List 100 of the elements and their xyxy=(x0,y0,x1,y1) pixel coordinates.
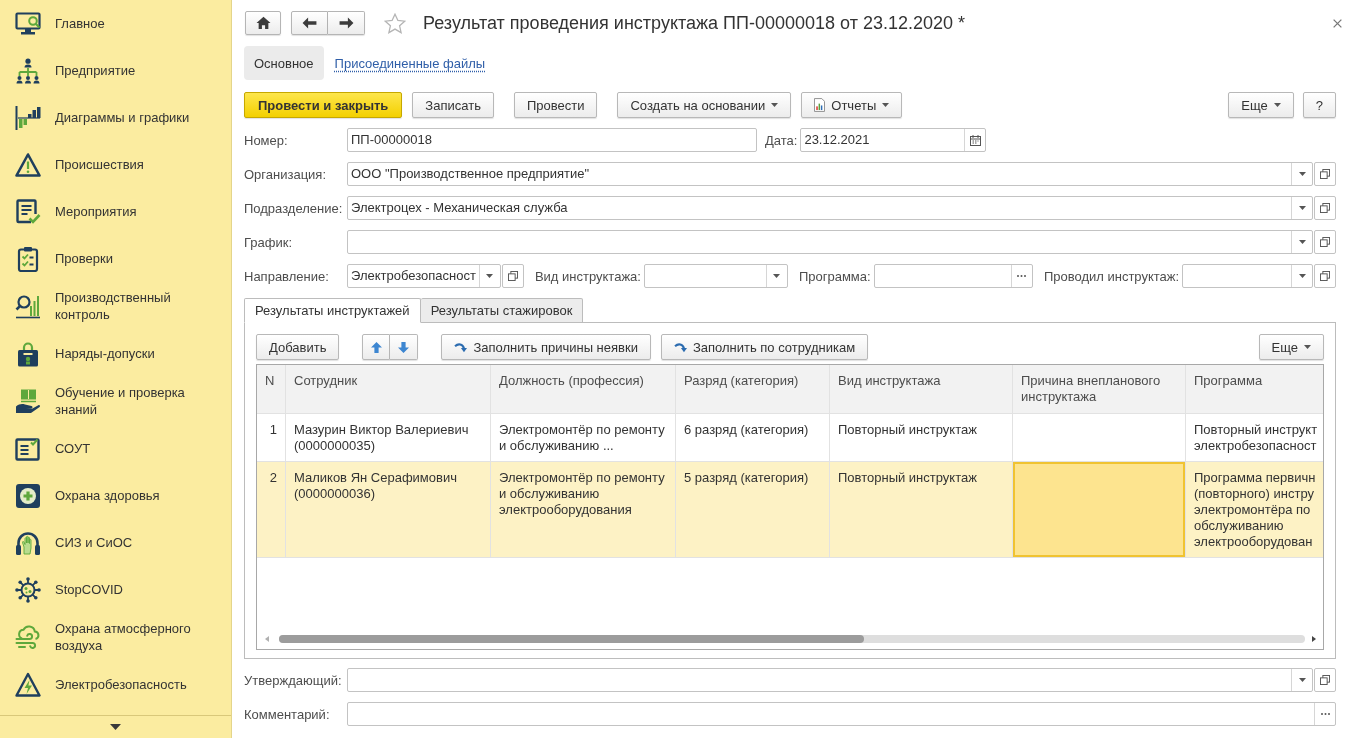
row-number: 2 xyxy=(257,462,286,557)
horizontal-scrollbar[interactable] xyxy=(265,633,1316,645)
toolbar-button[interactable]: Записать xyxy=(412,92,494,118)
input-field[interactable]: Электробезопасност xyxy=(347,264,501,288)
toolbar-button[interactable]: ? xyxy=(1302,92,1336,118)
sidebar-item[interactable]: Происшествия xyxy=(0,141,231,188)
primary-button[interactable]: Провести и закрыть xyxy=(244,92,403,118)
warning-icon xyxy=(15,151,41,178)
home-icon xyxy=(255,16,271,30)
back-button[interactable] xyxy=(291,11,328,35)
caret-icon xyxy=(1298,240,1306,244)
toolbar-button[interactable]: Провести xyxy=(513,92,598,118)
sidebar-item[interactable]: Мероприятия xyxy=(0,188,231,235)
field-label: Программа: xyxy=(798,268,871,284)
sidebar-item[interactable]: СИЗ и СиОС xyxy=(0,519,231,566)
close-icon[interactable] xyxy=(1333,18,1342,28)
arrow-down-icon xyxy=(398,341,410,353)
curved-arrow-icon xyxy=(673,341,687,353)
open-button[interactable] xyxy=(501,264,524,288)
input-field[interactable] xyxy=(873,264,1033,288)
caret-icon xyxy=(773,274,781,278)
caret-icon xyxy=(1304,345,1311,349)
sidebar-item[interactable]: СОУТ xyxy=(0,425,231,472)
caret-icon xyxy=(1273,103,1281,107)
magnifier-bars-icon xyxy=(15,293,41,319)
column-header[interactable]: Вид инструктажа xyxy=(830,365,1013,413)
field-label: Организация: xyxy=(244,166,328,182)
field-label: Направление: xyxy=(244,268,330,284)
open-button[interactable] xyxy=(1314,162,1336,186)
open-button[interactable] xyxy=(1314,230,1336,254)
sidebar-item[interactable]: Наряды-допуски xyxy=(0,330,231,377)
star-icon[interactable] xyxy=(384,12,406,34)
home-button[interactable] xyxy=(245,11,281,35)
input-field[interactable]: 23.12.2021 xyxy=(800,128,986,152)
forward-button[interactable] xyxy=(328,11,365,35)
move-up-button[interactable] xyxy=(362,334,391,360)
sidebar-item[interactable]: Охрана здоровья xyxy=(0,472,231,519)
lightning-triangle-icon xyxy=(15,671,41,698)
caret-icon[interactable] xyxy=(110,724,121,730)
open-button[interactable] xyxy=(1314,264,1336,288)
column-header[interactable]: N xyxy=(257,365,286,413)
sidebar-item[interactable]: Проверки xyxy=(0,235,231,282)
table-cell: Электромонтёр по ремонту и обслуживанию электрооборудования xyxy=(491,462,676,557)
table-cell-text: Повторный инструкт электробезопасност xyxy=(1193,421,1319,455)
fill-button[interactable]: Заполнить по сотрудникам xyxy=(660,334,869,360)
window-icon xyxy=(1320,169,1330,179)
sidebar-item[interactable]: Охрана атмосферного воздуха xyxy=(0,613,231,661)
menu-button[interactable]: Создать на основании xyxy=(617,92,792,118)
table-cell: Повторный инструктаж xyxy=(830,414,1013,461)
input-field[interactable]: Электроцех - Механическая служба xyxy=(347,196,1313,220)
sidebar-item[interactable]: Диаграммы и графики xyxy=(0,94,231,141)
window-icon xyxy=(1320,237,1330,247)
menu-button[interactable]: Еще xyxy=(1228,92,1294,118)
column-header[interactable]: Должность (профессия) xyxy=(491,365,676,413)
table-cell: Маликов Ян Серафимович (0000000036) xyxy=(286,462,491,557)
column-header[interactable]: Программа xyxy=(1186,365,1323,413)
reports-button[interactable]: Отчеты xyxy=(801,92,903,118)
tab[interactable]: Результаты инструктажей xyxy=(244,298,421,323)
org-chart-icon xyxy=(15,57,41,84)
table-cell: 5 разряд (категория) xyxy=(676,462,830,557)
input-field[interactable] xyxy=(347,230,1313,254)
column-header[interactable]: Разряд (категория) xyxy=(676,365,830,413)
sidebar-item[interactable]: Электробезопасность xyxy=(0,661,231,708)
sidebar-item[interactable]: Производственный контроль xyxy=(0,282,231,330)
row-number: 1 xyxy=(257,414,286,461)
field-label: Вид инструктажа: xyxy=(534,268,641,284)
open-button[interactable] xyxy=(1314,196,1336,220)
column-header[interactable]: Причина внепланового инструктажа xyxy=(1013,365,1186,413)
section-tab[interactable]: Основное xyxy=(244,46,324,80)
sidebar-item[interactable]: Главное xyxy=(0,0,231,47)
field-label: Проводил инструктаж: xyxy=(1043,268,1180,284)
input-field[interactable] xyxy=(1182,264,1313,288)
input-field[interactable] xyxy=(643,264,788,288)
sidebar-item[interactable]: StopCOVID xyxy=(0,566,231,613)
virus-icon xyxy=(15,576,41,603)
field-label: Комментарий: xyxy=(244,706,331,722)
input-field[interactable]: ООО "Производственное предприятие" xyxy=(347,162,1313,186)
arrow-right-icon xyxy=(338,17,354,29)
toolbar-button[interactable]: Добавить xyxy=(256,334,340,360)
input-field[interactable]: ПП-00000018 xyxy=(347,128,757,152)
table-cell: 6 разряд (категория) xyxy=(676,414,830,461)
field-label: Утверждающий: xyxy=(244,672,343,688)
arrow-left-icon xyxy=(302,17,317,29)
sidebar-item[interactable]: Предприятие xyxy=(0,47,231,94)
input-field[interactable] xyxy=(347,668,1313,692)
window-icon xyxy=(1320,675,1330,685)
fill-button[interactable]: Заполнить причины неявки xyxy=(441,334,651,360)
field-label: График: xyxy=(244,234,294,250)
input-field[interactable] xyxy=(347,702,1336,726)
column-header[interactable]: Сотрудник xyxy=(286,365,491,413)
caret-icon xyxy=(1298,172,1306,176)
menu-button[interactable]: Еще xyxy=(1258,334,1324,360)
sidebar-item[interactable]: Обучение и проверка знаний xyxy=(0,377,231,425)
open-button[interactable] xyxy=(1314,668,1336,692)
tab[interactable]: Результаты стажировок xyxy=(420,298,584,323)
section-link[interactable]: Присоединенные файлы xyxy=(334,46,486,80)
table-row[interactable] xyxy=(257,462,1323,558)
window-icon xyxy=(1320,203,1330,213)
checklist-document-icon xyxy=(15,198,41,225)
move-down-button[interactable] xyxy=(390,334,419,360)
